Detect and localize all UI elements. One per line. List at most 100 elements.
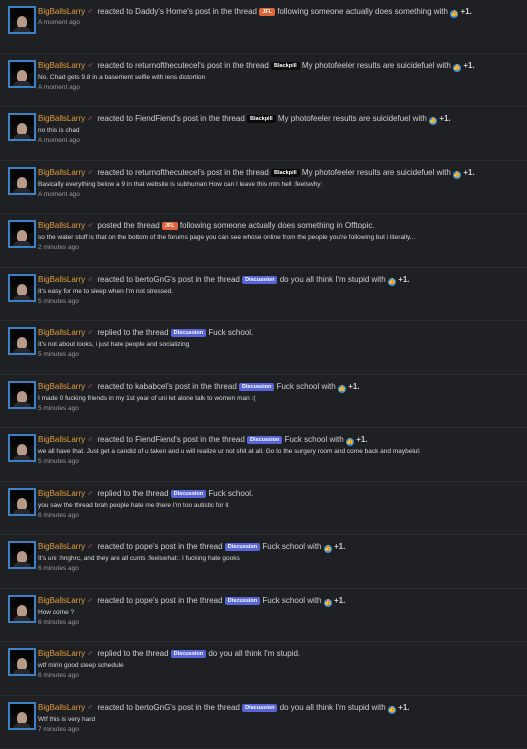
action-text: replied to the thread bbox=[97, 649, 168, 658]
avatar[interactable] bbox=[8, 381, 36, 409]
avatar[interactable] bbox=[8, 113, 36, 141]
thread-title-link[interactable]: following someone actually does somethin… bbox=[277, 7, 448, 16]
thread-title-link[interactable]: Fuck school. bbox=[208, 328, 253, 337]
avatar[interactable] bbox=[8, 274, 36, 302]
username-link[interactable]: BigBallsLarry bbox=[38, 382, 85, 391]
thread-title-link[interactable]: My photofeeler results are suicidefuel w… bbox=[278, 114, 427, 123]
thread-prefix-tag[interactable]: Blackpill bbox=[271, 62, 300, 70]
timestamp[interactable]: A moment ago bbox=[38, 83, 521, 92]
avatar[interactable] bbox=[8, 6, 36, 34]
like-icon: 👍 bbox=[338, 385, 346, 393]
timestamp[interactable]: 5 minutes ago bbox=[38, 350, 521, 359]
avatar[interactable] bbox=[8, 220, 36, 248]
gender-icon: ♂ bbox=[87, 114, 93, 123]
timestamp[interactable]: A moment ago bbox=[38, 136, 521, 145]
avatar[interactable] bbox=[8, 702, 36, 730]
timestamp[interactable]: 5 minutes ago bbox=[38, 404, 521, 413]
timestamp[interactable]: 6 minutes ago bbox=[38, 511, 521, 520]
list-item: BigBallsLarry♂ reacted to FiendFiend's p… bbox=[0, 107, 527, 161]
username-link[interactable]: BigBallsLarry bbox=[38, 703, 85, 712]
username-link[interactable]: BigBallsLarry bbox=[38, 596, 85, 605]
username-link[interactable]: BigBallsLarry bbox=[38, 542, 85, 551]
thread-title-link[interactable]: My photofeeler results are suicidefuel w… bbox=[302, 61, 451, 70]
thread-title-link[interactable]: My photofeeler results are suicidefuel w… bbox=[302, 168, 451, 177]
list-item: BigBallsLarry♂ reacted to bertoGnG's pos… bbox=[0, 268, 527, 322]
reaction-label: +1. bbox=[334, 596, 345, 605]
avatar[interactable] bbox=[8, 167, 36, 195]
reaction-label: +1. bbox=[463, 168, 474, 177]
avatar[interactable] bbox=[8, 60, 36, 88]
username-link[interactable]: BigBallsLarry bbox=[38, 275, 85, 284]
username-link[interactable]: BigBallsLarry bbox=[38, 221, 85, 230]
post-snippet: Basically everything below a 9 in that w… bbox=[38, 179, 521, 190]
timestamp[interactable]: 6 minutes ago bbox=[38, 564, 521, 573]
like-icon: 👍 bbox=[388, 278, 396, 286]
thread-prefix-tag[interactable]: Blackpill bbox=[247, 115, 276, 123]
avatar[interactable] bbox=[8, 541, 36, 569]
timestamp[interactable]: 6 minutes ago bbox=[38, 671, 521, 680]
gender-icon: ♂ bbox=[87, 275, 93, 284]
timestamp[interactable]: A moment ago bbox=[38, 18, 521, 27]
thread-title-link[interactable]: following someone actually does somethin… bbox=[180, 221, 375, 230]
username-link[interactable]: BigBallsLarry bbox=[38, 649, 85, 658]
thread-title-link[interactable]: Fuck school with bbox=[262, 596, 321, 605]
list-item: BigBallsLarry♂ replied to the thread Dis… bbox=[0, 321, 527, 375]
timestamp[interactable]: 6 minutes ago bbox=[38, 618, 521, 627]
gender-icon: ♂ bbox=[87, 382, 93, 391]
thread-prefix-tag[interactable]: Discussion bbox=[225, 543, 260, 551]
gender-icon: ♂ bbox=[87, 7, 93, 16]
thread-prefix-tag[interactable]: JFL bbox=[162, 222, 178, 230]
thread-prefix-tag[interactable]: Discussion bbox=[171, 329, 206, 337]
avatar[interactable] bbox=[8, 327, 36, 355]
reaction-label: +1. bbox=[463, 61, 474, 70]
thread-prefix-tag[interactable]: Discussion bbox=[247, 436, 282, 444]
username-link[interactable]: BigBallsLarry bbox=[38, 435, 85, 444]
timestamp[interactable]: A moment ago bbox=[38, 190, 521, 199]
thread-title-link[interactable]: Fuck school. bbox=[208, 489, 253, 498]
thread-prefix-tag[interactable]: Blackpill bbox=[271, 169, 300, 177]
avatar[interactable] bbox=[8, 648, 36, 676]
reaction-label: +1. bbox=[348, 382, 359, 391]
avatar[interactable] bbox=[8, 434, 36, 462]
thread-title-link[interactable]: Fuck school with bbox=[277, 382, 336, 391]
activity-feed: BigBallsLarry♂ reacted to Daddy's Home's… bbox=[0, 0, 527, 749]
thread-prefix-tag[interactable]: Discussion bbox=[242, 704, 277, 712]
thread-title-link[interactable]: do you all think I'm stupid. bbox=[208, 649, 300, 658]
thread-title-link[interactable]: Fuck school with bbox=[262, 542, 321, 551]
like-icon: 👍 bbox=[450, 10, 458, 18]
username-link[interactable]: BigBallsLarry bbox=[38, 61, 85, 70]
gender-icon: ♂ bbox=[87, 328, 93, 337]
username-link[interactable]: BigBallsLarry bbox=[38, 489, 85, 498]
list-item: BigBallsLarry♂ replied to the thread Dis… bbox=[0, 482, 527, 536]
timestamp[interactable]: 2 minutes ago bbox=[38, 243, 521, 252]
post-snippet: Wtf this is very hard bbox=[38, 714, 521, 725]
thread-prefix-tag[interactable]: Discussion bbox=[242, 276, 277, 284]
thread-title-link[interactable]: do you all think I'm stupid with bbox=[280, 275, 386, 284]
avatar[interactable] bbox=[8, 488, 36, 516]
action-text: reacted to returnofthecutecel's post in … bbox=[97, 168, 268, 177]
avatar[interactable] bbox=[8, 595, 36, 623]
post-snippet: It's not about looks, i just hate people… bbox=[38, 339, 521, 350]
action-text: reacted to FiendFiend's post in the thre… bbox=[97, 435, 244, 444]
thread-title-link[interactable]: Fuck school with bbox=[285, 435, 344, 444]
list-item: BigBallsLarry♂ reacted to returnofthecut… bbox=[0, 54, 527, 108]
thread-prefix-tag[interactable]: Discussion bbox=[171, 490, 206, 498]
username-link[interactable]: BigBallsLarry bbox=[38, 114, 85, 123]
list-item: BigBallsLarry♂ reacted to pope's post in… bbox=[0, 535, 527, 589]
thread-title-link[interactable]: do you all think I'm stupid with bbox=[280, 703, 386, 712]
action-text: reacted to Daddy's Home's post in the th… bbox=[97, 7, 257, 16]
thread-prefix-tag[interactable]: Discussion bbox=[225, 597, 260, 605]
reaction-label: +1. bbox=[460, 7, 471, 16]
username-link[interactable]: BigBallsLarry bbox=[38, 328, 85, 337]
timestamp[interactable]: 5 minutes ago bbox=[38, 297, 521, 306]
reaction-label: +1. bbox=[398, 275, 409, 284]
post-snippet: I made 0 fucking friends in my 1st year … bbox=[38, 393, 521, 404]
username-link[interactable]: BigBallsLarry bbox=[38, 7, 85, 16]
timestamp[interactable]: 5 minutes ago bbox=[38, 457, 521, 466]
thread-prefix-tag[interactable]: Discussion bbox=[171, 650, 206, 658]
action-text: reacted to FiendFiend's post in the thre… bbox=[97, 114, 244, 123]
list-item: BigBallsLarry♂ reacted to bertoGnG's pos… bbox=[0, 696, 527, 749]
thread-prefix-tag[interactable]: Discussion bbox=[239, 383, 274, 391]
thread-prefix-tag[interactable]: JFL bbox=[259, 8, 275, 16]
username-link[interactable]: BigBallsLarry bbox=[38, 168, 85, 177]
